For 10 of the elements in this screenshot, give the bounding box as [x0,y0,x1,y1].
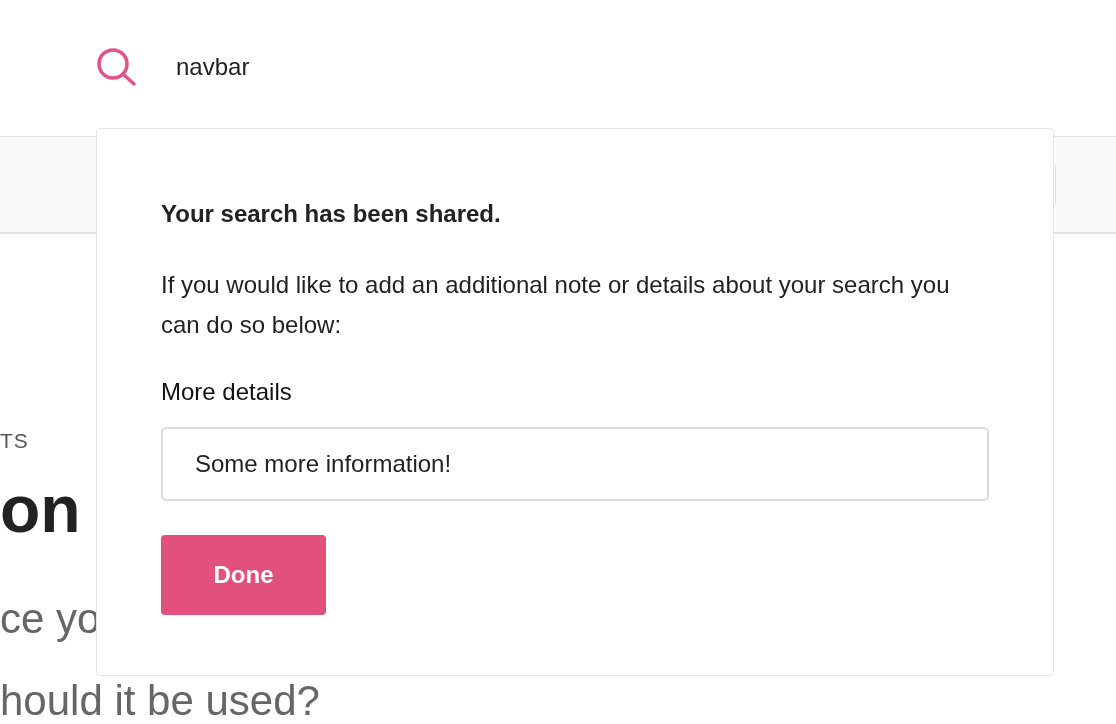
page-heading: on [0,471,81,548]
field-label: More details [161,377,292,407]
lead-text: hould it be used? [0,679,320,723]
search-field[interactable]: navbar [176,53,576,81]
dialog-title: Your search has been shared. [161,199,501,229]
done-button[interactable]: Done [161,535,326,615]
dialog-message: If you would like to add an additional note or details about your search you can do so below: [161,270,951,340]
search-icon [96,47,138,87]
section-label: TS [0,428,29,454]
details-field[interactable]: Some more information! [161,427,989,501]
